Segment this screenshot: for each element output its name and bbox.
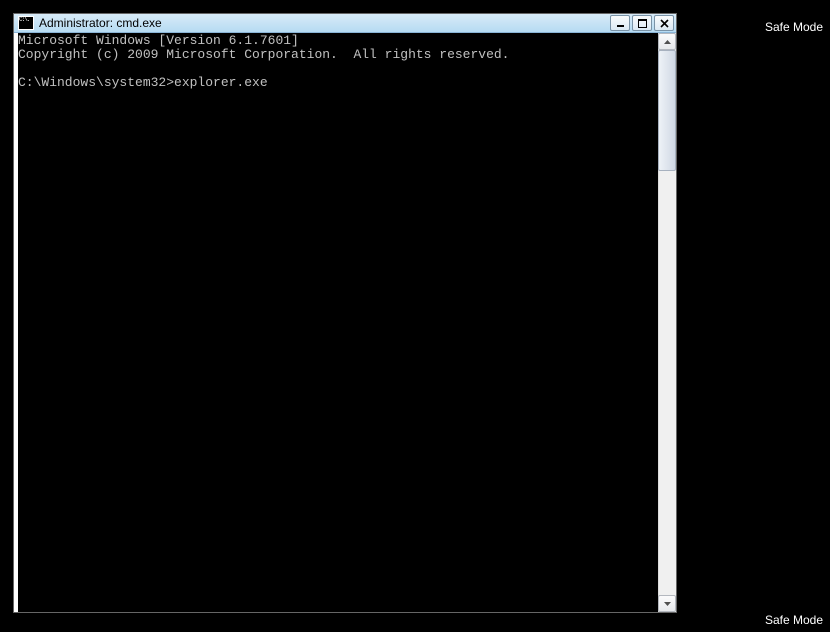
cmd-icon: C:\.: [18, 16, 34, 30]
cmd-icon-glyph: C:\.: [19, 16, 29, 23]
titlebar[interactable]: C:\. Administrator: cmd.exe: [14, 14, 676, 33]
console-area: Microsoft Windows [Version 6.1.7601] Cop…: [14, 33, 676, 612]
console-prompt-line: C:\Windows\system32>explorer.exe: [18, 75, 268, 90]
close-button[interactable]: [654, 15, 674, 31]
console-line: Microsoft Windows [Version 6.1.7601]: [18, 33, 299, 48]
console-output[interactable]: Microsoft Windows [Version 6.1.7601] Cop…: [18, 33, 658, 612]
vertical-scrollbar[interactable]: [658, 33, 676, 612]
scroll-up-button[interactable]: [658, 33, 676, 50]
minimize-button[interactable]: [610, 15, 630, 31]
scroll-thumb[interactable]: [658, 50, 676, 171]
console-line: Copyright (c) 2009 Microsoft Corporation…: [18, 47, 509, 62]
safe-mode-label-top: Safe Mode: [765, 20, 823, 34]
chevron-down-icon: [664, 602, 671, 606]
scroll-down-button[interactable]: [658, 595, 676, 612]
close-icon: [660, 19, 669, 28]
maximize-button[interactable]: [632, 15, 652, 31]
maximize-icon: [638, 19, 647, 28]
minimize-icon: [616, 19, 625, 28]
safe-mode-label-bottom: Safe Mode: [765, 613, 823, 627]
cmd-window: C:\. Administrator: cmd.exe Microsoft Wi…: [13, 13, 677, 613]
window-buttons: [610, 15, 674, 31]
window-title: Administrator: cmd.exe: [39, 16, 162, 30]
chevron-up-icon: [664, 40, 671, 44]
